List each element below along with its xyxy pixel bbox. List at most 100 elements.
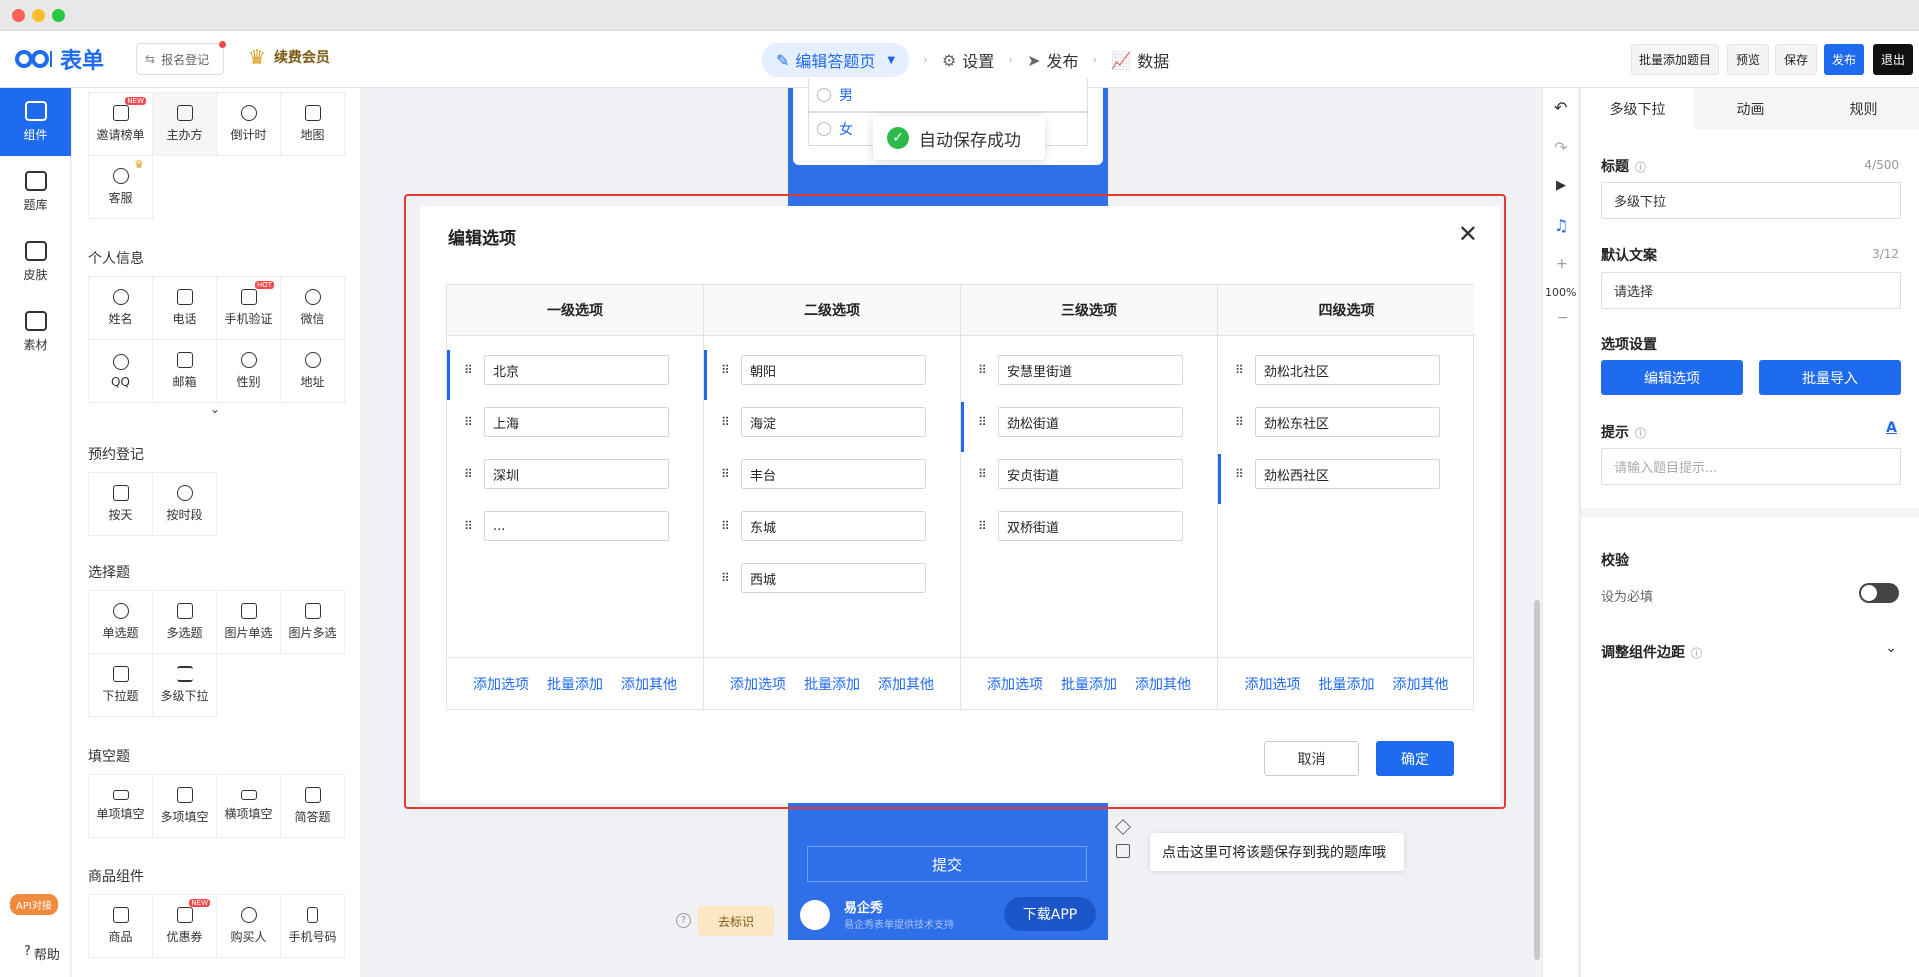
exit-button[interactable]: 退出: [1873, 44, 1913, 75]
component-sms-verify[interactable]: 手机验证 HOT: [217, 277, 281, 340]
option-input[interactable]: 劲松北社区: [1255, 355, 1440, 385]
option-row[interactable]: ⠿ 安慧里街道: [961, 354, 1217, 388]
option-row[interactable]: ⠿ 海淀: [704, 406, 960, 440]
component-host[interactable]: 主办方: [153, 93, 217, 156]
tab-animation[interactable]: 动画: [1694, 88, 1807, 129]
layers-icon[interactable]: [1115, 819, 1131, 835]
tab-rules[interactable]: 规则: [1807, 88, 1919, 129]
zoom-out-icon[interactable]: −: [1557, 310, 1569, 326]
option-input[interactable]: 上海: [484, 407, 669, 437]
text-style-icon[interactable]: A: [1886, 420, 1897, 436]
drag-handle-icon[interactable]: ⠿: [978, 467, 987, 481]
cancel-button[interactable]: 取消: [1264, 741, 1359, 776]
option-input[interactable]: 劲松街道: [998, 407, 1183, 437]
go-mark-button[interactable]: 去标识: [698, 906, 774, 936]
expand-chevron-icon[interactable]: ⌄: [210, 402, 220, 416]
component-single-choice[interactable]: 单选题: [89, 591, 153, 654]
download-app-button[interactable]: 下载APP: [1004, 897, 1096, 931]
option-row[interactable]: ⠿ 劲松北社区: [1218, 354, 1475, 388]
app-logo[interactable]: 表单: [14, 45, 104, 74]
add-option-link[interactable]: 添加选项: [473, 674, 529, 694]
batch-add-link[interactable]: 批量添加: [547, 674, 603, 694]
zoom-window-button[interactable]: [52, 9, 65, 22]
drag-handle-icon[interactable]: ⠿: [464, 519, 473, 533]
option-input[interactable]: 双桥街道: [998, 511, 1183, 541]
submit-button[interactable]: 提交: [807, 846, 1087, 882]
option-input[interactable]: 劲松东社区: [1255, 407, 1440, 437]
nav-components[interactable]: 组件: [0, 88, 71, 156]
option-row[interactable]: ⠿ 东城: [704, 510, 960, 544]
drag-handle-icon[interactable]: ⠿: [721, 363, 730, 377]
option-row[interactable]: ⠿ 双桥街道: [961, 510, 1217, 544]
signin-badge-button[interactable]: ⇆ 报名登记: [136, 41, 226, 75]
option-row[interactable]: ⠿ 劲松街道: [961, 402, 1217, 452]
option-row[interactable]: ⠿ 朝阳: [704, 350, 960, 400]
vip-renew-button[interactable]: ♛ 续费会员: [248, 45, 330, 69]
option-row[interactable]: ⠿ 丰台: [704, 458, 960, 492]
minimize-window-button[interactable]: [32, 9, 45, 22]
option-row[interactable]: ⠿ 北京: [447, 350, 703, 400]
title-input[interactable]: 多级下拉: [1601, 182, 1901, 219]
drag-handle-icon[interactable]: ⠿: [978, 415, 987, 429]
edit-options-button[interactable]: 编辑选项: [1601, 360, 1743, 395]
step-settings[interactable]: ⚙ 设置: [942, 48, 994, 72]
option-row[interactable]: ⠿ 西城: [704, 562, 960, 596]
add-option-link[interactable]: 添加选项: [1245, 674, 1301, 694]
add-other-link[interactable]: 添加其他: [878, 674, 934, 694]
option-input[interactable]: 安贞街道: [998, 459, 1183, 489]
component-multi-fill[interactable]: 多项填空: [153, 775, 217, 838]
component-phone[interactable]: 电话: [153, 277, 217, 340]
drag-handle-icon[interactable]: ⠿: [464, 415, 473, 429]
component-single-fill[interactable]: 单项填空: [89, 775, 153, 838]
option-row[interactable]: ⠿ 劲松西社区: [1218, 454, 1475, 504]
nav-skin[interactable]: 皮肤: [0, 228, 71, 296]
step-edit[interactable]: ✎ 编辑答题页 ▼: [762, 43, 910, 77]
option-input[interactable]: 安慧里街道: [998, 355, 1183, 385]
drag-handle-icon[interactable]: ⠿: [1235, 467, 1244, 481]
required-toggle[interactable]: [1859, 583, 1899, 603]
component-name[interactable]: 姓名: [89, 277, 153, 340]
option-input[interactable]: 北京: [484, 355, 669, 385]
step-publish[interactable]: ➤ 发布: [1027, 48, 1078, 72]
drag-handle-icon[interactable]: ⠿: [721, 415, 730, 429]
save-to-bank-icon[interactable]: [1116, 844, 1130, 858]
batch-add-link[interactable]: 批量添加: [1061, 674, 1117, 694]
default-text-input[interactable]: 请选择: [1601, 272, 1901, 309]
batch-import-button[interactable]: 批量导入: [1759, 360, 1901, 395]
option-input[interactable]: 西城: [741, 563, 926, 593]
add-other-link[interactable]: 添加其他: [621, 674, 677, 694]
component-gender[interactable]: 性别: [217, 340, 281, 403]
component-invite-rank[interactable]: 邀请榜单 NEW: [89, 93, 153, 156]
component-buyer[interactable]: 购买人: [217, 895, 281, 958]
batch-add-questions-button[interactable]: 批量添加题目: [1631, 44, 1719, 75]
help-circle-icon[interactable]: ?: [676, 913, 691, 928]
help-link[interactable]: ? 帮助: [24, 944, 60, 963]
component-email[interactable]: 邮箱: [153, 340, 217, 403]
close-window-button[interactable]: [12, 9, 25, 22]
component-by-day[interactable]: 按天: [89, 473, 153, 536]
option-row[interactable]: ⠿ 上海: [447, 406, 703, 440]
component-qq[interactable]: QQ: [89, 340, 153, 403]
drag-handle-icon[interactable]: ⠿: [978, 519, 987, 533]
drag-handle-icon[interactable]: ⠿: [721, 571, 730, 585]
zoom-in-icon[interactable]: +: [1556, 256, 1568, 272]
option-row[interactable]: ⠿ 深圳: [447, 458, 703, 492]
api-badge[interactable]: API对接: [10, 894, 58, 915]
step-data[interactable]: 📈 数据: [1111, 48, 1169, 72]
component-dropdown[interactable]: 下拉题: [89, 654, 153, 717]
component-wechat[interactable]: 微信: [281, 277, 345, 340]
option-input[interactable]: 朝阳: [741, 355, 926, 385]
component-mobile-number[interactable]: 手机号码: [281, 895, 345, 958]
add-other-link[interactable]: 添加其他: [1135, 674, 1191, 694]
batch-add-link[interactable]: 批量添加: [1319, 674, 1375, 694]
add-option-link[interactable]: 添加选项: [730, 674, 786, 694]
option-row[interactable]: ⠿ 安贞街道: [961, 458, 1217, 492]
component-address[interactable]: 地址: [281, 340, 345, 403]
component-inline-fill[interactable]: 横项填空: [217, 775, 281, 838]
option-row[interactable]: ⠿ 劲松东社区: [1218, 406, 1475, 440]
component-image-multi[interactable]: 图片多选: [281, 591, 345, 654]
nav-question-bank[interactable]: 题库: [0, 158, 71, 226]
hint-input[interactable]: 请输入题目提示...: [1601, 448, 1901, 485]
canvas-scrollbar[interactable]: [1534, 600, 1540, 960]
tab-cascade-dropdown[interactable]: 多级下拉: [1581, 88, 1694, 129]
